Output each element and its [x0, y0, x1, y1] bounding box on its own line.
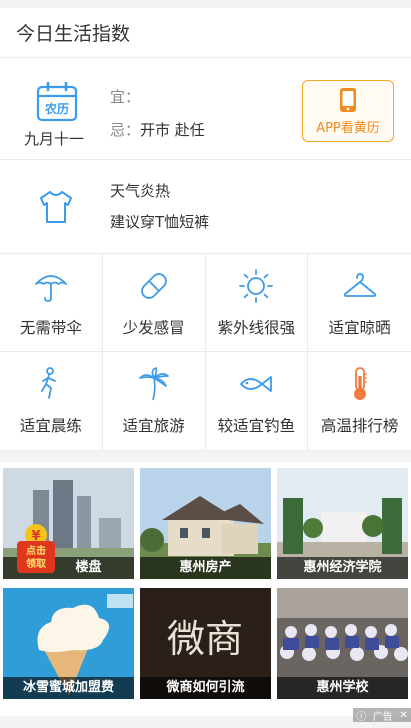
life-index-grid: 无需带伞 少发感冒 紫外线很强 适宜晾晒 适宜晨练 适宜旅游 较适宜钓鱼 高温排… [0, 254, 411, 451]
index-label: 高温排行榜 [320, 417, 399, 435]
info-icon: ⓘ [356, 711, 367, 723]
umbrella-icon [34, 274, 67, 302]
ad-caption: 微商如何引流 [140, 677, 271, 699]
inauspicious-value: 开市 赴任 [140, 121, 205, 139]
weather-summary: 天气炎热 [110, 182, 171, 200]
index-high-temp-ranking[interactable]: 高温排行榜 [308, 352, 411, 450]
ad-overlay-text: 微商 [167, 617, 243, 661]
index-uv[interactable]: 紫外线很强 [205, 254, 309, 352]
ad-tile-wechat-business[interactable]: 微商 微商如何引流 [140, 588, 271, 699]
tshirt-icon [40, 191, 72, 223]
section-gap [0, 451, 411, 462]
dressing-index[interactable]: 天气炎热 建议穿T恤短裤 [0, 160, 411, 254]
calendar-icon-label: 农历 [44, 101, 69, 116]
ad-tile-icecream[interactable]: 冰雪蜜城加盟费 [3, 588, 134, 699]
palm-tree-icon [138, 367, 169, 401]
page-title: 今日生活指数 [16, 23, 131, 45]
index-cold[interactable]: 少发感冒 [102, 254, 206, 352]
app-almanac-button[interactable]: APP看黄历 [302, 80, 394, 142]
lunar-date: 九月十一 [24, 130, 85, 148]
index-drying[interactable]: 适宜晾晒 [308, 254, 411, 352]
ad-tile-real-estate[interactable]: 惠州房产 [140, 468, 271, 579]
phone-icon [340, 87, 356, 112]
index-label: 适宜旅游 [122, 417, 185, 435]
ad-caption: 惠州学校 [277, 677, 408, 699]
index-label: 适宜晨练 [19, 417, 82, 435]
thermometer-icon [353, 367, 367, 400]
index-label: 紫外线很强 [217, 318, 296, 337]
inauspicious-row: 忌：开市 赴任 [110, 119, 205, 140]
ad-tile-school[interactable]: 惠州学校 [277, 588, 408, 699]
ad-caption: 冰雪蜜城加盟费 [3, 677, 134, 699]
ad-caption: 惠州经济学院 [277, 557, 408, 579]
index-morning-exercise[interactable]: 适宜晨练 [0, 352, 103, 450]
close-icon[interactable]: ✕ [399, 710, 407, 721]
coupon-badge[interactable]: ¥ 点击 领取 [16, 523, 56, 575]
fish-icon [240, 376, 273, 392]
coupon-line2: 领取 [26, 557, 47, 570]
calendar-icon: 农历 [36, 82, 78, 122]
ad-label-bar: ⓘ 广告 ✕ [353, 708, 411, 723]
ad-caption: 惠州房产 [140, 557, 271, 579]
index-fishing[interactable]: 较适宜钓鱼 [206, 352, 309, 450]
auspicious-row: 宜： [110, 86, 140, 107]
top-strip [0, 0, 411, 8]
index-travel[interactable]: 适宜旅游 [103, 352, 206, 450]
index-label: 适宜晾晒 [328, 318, 391, 337]
sun-icon [239, 268, 274, 303]
index-umbrella[interactable]: 无需带伞 [0, 254, 103, 352]
section-header: 今日生活指数 [0, 8, 411, 58]
ad-label: 广告 [372, 711, 393, 723]
inauspicious-label: 忌： [110, 121, 141, 139]
coupon-line1: 点击 [26, 544, 46, 557]
app-almanac-label: APP看黄历 [316, 120, 380, 136]
index-label: 较适宜钓鱼 [217, 417, 296, 435]
dressing-advice: 建议穿T恤短裤 [110, 213, 210, 231]
hanger-icon [343, 272, 376, 297]
index-label: 少发感冒 [122, 318, 185, 337]
pill-icon [140, 272, 167, 299]
running-icon [40, 367, 56, 399]
ad-tile-college[interactable]: 惠州经济学院 [277, 468, 408, 579]
calendar-card[interactable]: 农历 九月十一 宜： 忌：开市 赴任 APP看黄历 [0, 58, 411, 160]
index-label: 无需带伞 [19, 318, 82, 337]
ad-grid: 楼盘 惠州房产 惠州经济学院 冰雪蜜城加盟费 微商 微商如何引流 惠州学校 [0, 462, 411, 716]
auspicious-label: 宜： [110, 88, 141, 106]
